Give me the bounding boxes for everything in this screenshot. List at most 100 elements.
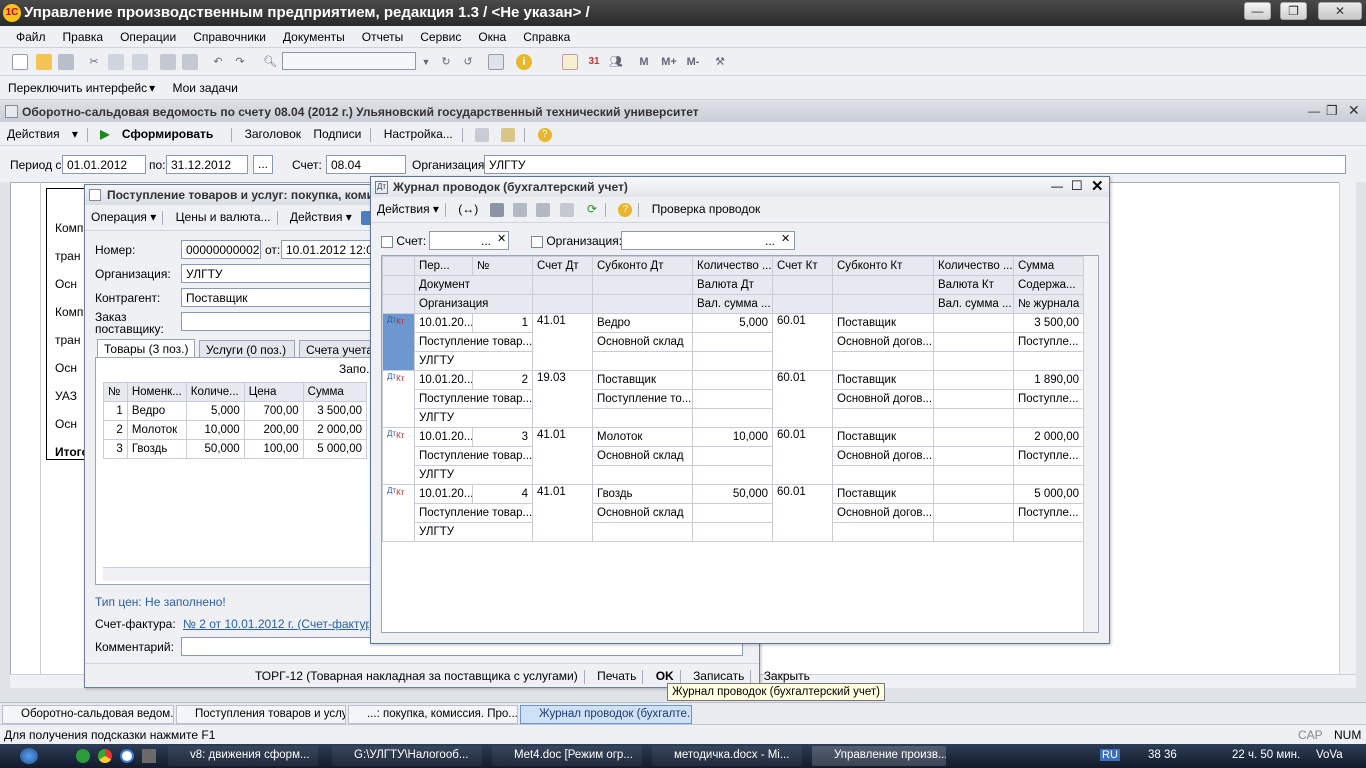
filter-list-icon[interactable] [536,202,551,217]
col-number[interactable]: № [472,256,533,276]
table-row[interactable]: Поступление товар... Основной склад Основн… [383,503,1084,523]
chrome-icon[interactable] [98,749,112,763]
period-to-field[interactable]: 31.12.2012 [166,155,248,174]
close-doc-button[interactable]: Закрыть [764,669,810,683]
org-filter-select[interactable]: ... [765,234,775,248]
menu-item[interactable]: Отчеты [362,30,403,44]
col-currency-kt[interactable]: Валюта Кт [933,275,1014,295]
paste-icon[interactable] [132,54,148,70]
open-icon[interactable] [36,54,52,70]
col-number[interactable]: № [103,382,128,402]
save-settings-icon[interactable] [475,127,490,142]
receipt-actions-menu[interactable]: Действия ▾ [290,210,352,224]
find-prev-icon[interactable]: ↺ [460,54,476,70]
col-quantity[interactable]: Количе... [185,382,245,402]
number-field[interactable]: 00000000002 [181,240,261,259]
filter-select-icon[interactable] [512,202,527,217]
account-filter-checkbox[interactable] [381,235,393,248]
period-select-button[interactable]: ... [253,155,273,174]
calendar-icon[interactable]: 31 [586,54,602,70]
col-cur-sum-dt[interactable]: Вал. сумма ... [692,294,773,314]
col-document[interactable]: Документ [414,275,533,295]
menu-item[interactable]: Окна [478,30,506,44]
redo-icon[interactable]: ↷ [232,54,248,70]
operation-menu[interactable]: Операция ▾ [91,210,156,224]
tools-icon[interactable]: ⚒ [712,54,728,70]
col-sum[interactable]: Сумма [1013,256,1084,276]
col-qty-dt[interactable]: Количество ... [692,256,773,276]
tab-goods[interactable]: Товары (3 поз.) [97,339,195,358]
switch-interface-button[interactable]: Переключить интерфейс [8,81,147,95]
undo-icon[interactable]: ↶ [210,54,226,70]
filter-icon[interactable] [489,202,504,217]
osv-close-button[interactable]: ✕ [1348,102,1360,119]
table-row[interactable]: УЛГТУ [383,351,1084,371]
table-row[interactable]: Поступление товар... Основной склад Основн… [383,446,1084,466]
col-account-dt[interactable]: Счет Дт [532,256,593,276]
table-row[interactable]: Поступление товар... Основной склад Основн… [383,332,1084,352]
table-row[interactable]: ДтКт 10.01.20... 4 41.01 Гвоздь 50,000 60.01 По… [382,484,1084,542]
tab-receipts-list[interactable]: Поступления товаров и услуг [176,705,346,724]
preview-icon[interactable] [182,54,198,70]
taskbar-word[interactable]: методичка.docx - Mi... [652,746,802,766]
journal-help-icon[interactable]: ? [618,202,633,217]
table-row[interactable]: УЛГТУ [383,522,1084,542]
language-indicator[interactable]: RU [1100,749,1120,761]
users-icon[interactable]: 👥︎ [608,54,624,70]
memory-m-icon[interactable]: M [636,54,652,70]
table-row[interactable]: Поступление товар... Поступление то... Осн… [383,389,1084,409]
table-row[interactable]: ДтКт 10.01.20... 3 41.01 Молоток 10,000 60.01 П… [382,427,1084,485]
memory-plus-icon[interactable]: M+ [658,54,680,70]
journal-minimize-button[interactable]: — [1051,179,1063,193]
col-cur-sum-kt[interactable]: Вал. сумма ... [933,294,1014,314]
journal-scrollbar-v[interactable] [1083,256,1098,632]
col-currency-dt[interactable]: Валюта Дт [692,275,773,295]
account-filter-clear-icon[interactable]: ✕ [497,232,506,245]
table-row[interactable]: ДтКт 10.01.20... 1 41.01 Ведро 5,000 60.01 Пост… [382,313,1084,371]
menu-item[interactable]: Справка [523,30,570,44]
table-row[interactable]: 2 Молоток 10,000 200,00 2 000,00 [103,420,368,440]
utorrent-icon[interactable] [76,749,90,763]
menu-item[interactable]: Документы [283,30,345,44]
calculator-icon[interactable] [562,54,578,70]
col-subconto-kt[interactable]: Субконто Кт [832,256,934,276]
tab-journal[interactable]: Журнал проводок (бухгалте... [520,705,692,724]
account-field[interactable]: 08.04 [326,155,406,174]
osv-actions-menu[interactable]: Действия ▾ [7,127,78,141]
copy-icon[interactable] [108,54,124,70]
minimize-button[interactable]: — [1244,2,1271,20]
table-row[interactable]: УЛГТУ [383,465,1084,485]
save-icon[interactable] [58,54,74,70]
search-icon[interactable]: 🔍︎ [262,54,278,70]
filter-clear-icon[interactable] [559,202,574,217]
receipt-org-field[interactable]: УЛГТУ [181,264,371,283]
save-doc-button[interactable]: Записать [693,669,744,683]
header-button[interactable]: Заголовок [245,127,301,141]
chevron-down-icon[interactable]: ▼ [418,54,434,70]
col-account-kt[interactable]: Счет Кт [772,256,833,276]
taskbar-firefox[interactable]: v8: движения сформ... [168,746,318,766]
org-field[interactable]: УЛГТУ [484,155,1346,174]
invoice-link[interactable]: № 2 от 10.01.2012 г. (Счет-фактура получ… [183,617,369,631]
col-sum[interactable]: Сумма [302,382,368,402]
help-icon[interactable]: ? [537,127,552,142]
refresh-icon[interactable]: ⟳ [587,202,597,216]
table-row[interactable]: 1 Ведро 5,000 700,00 3 500,00 [103,401,368,421]
memory-minus-icon[interactable]: M- [682,54,704,70]
goods-scrollbar-h[interactable] [103,567,373,581]
col-subconto-dt[interactable]: Субконто Дт [592,256,693,276]
torg12-button[interactable]: ТОРГ-12 (Товарная накладная за поставщик… [255,669,578,683]
contractor-field[interactable]: Поставщик [181,288,371,307]
settings-button[interactable]: Настройка... [384,127,453,141]
table-row[interactable]: УЛГТУ [383,408,1084,428]
menu-item[interactable]: Справочники [193,30,266,44]
info-icon[interactable]: i [516,54,532,70]
maximize-button[interactable]: ❐ [1280,2,1307,20]
close-button[interactable]: ✕ [1318,2,1362,20]
col-content[interactable]: Содержа... [1013,275,1084,295]
col-qty-kt[interactable]: Количество ... [933,256,1014,276]
osv-restore-button[interactable]: ❐ [1326,103,1338,119]
date-field[interactable]: 10.01.2012 12:00 [281,240,371,259]
col-nomenclature[interactable]: Номенк... [126,382,187,402]
account-filter-select[interactable]: ... [481,234,491,248]
